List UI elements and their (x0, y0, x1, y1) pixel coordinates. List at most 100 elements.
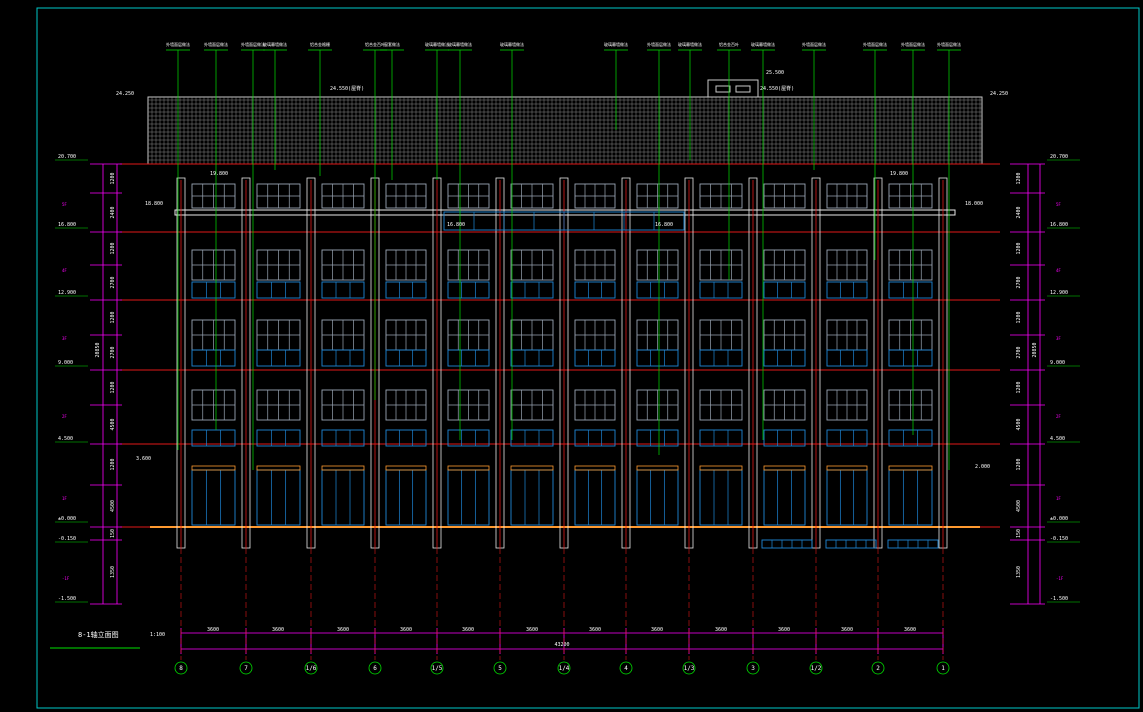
right-elevation: 16.800 (1050, 222, 1068, 228)
axis-label: 1/6 (306, 665, 317, 672)
drawing-scale: 1:100 (150, 632, 165, 638)
right-elevation: -0.150 (1050, 536, 1068, 542)
callout-label: 外墙面层做法 (901, 41, 925, 47)
right-dim-value: 2400 (1016, 206, 1022, 218)
right-dim-total: 20850 (1032, 342, 1038, 357)
bay-dim-value: 3600 (715, 627, 727, 633)
callout-label: 外墙面层做法 (166, 41, 190, 47)
callout-label: 外墙面层做法 (937, 41, 961, 47)
right-elevation: 12.900 (1050, 290, 1068, 296)
right-dim-value: 2700 (1016, 276, 1022, 288)
callout-label: 玻璃幕墙做法 (425, 41, 449, 47)
left-floor-mark: 4F (62, 268, 67, 273)
right-dim-value: 150 (1016, 529, 1022, 538)
right-floor-mark: 4F (1056, 268, 1061, 273)
axis-label: 1/5 (432, 665, 443, 672)
right-floor-mark: 2F (1056, 414, 1061, 419)
bay-dim-value: 3600 (462, 627, 474, 633)
right-floor-mark: 1F (1056, 496, 1061, 501)
side-mark: 19.800 (890, 171, 908, 177)
right-dim-value: 2700 (1016, 346, 1022, 358)
left-elevation: 12.900 (58, 290, 76, 296)
axis-label: 6 (373, 665, 377, 672)
left-floor-mark: 2F (62, 414, 67, 419)
left-dim-value: 4500 (110, 418, 116, 430)
callout-label: 外墙面层做法 (204, 41, 228, 47)
left-dim-value: 1350 (110, 566, 116, 578)
side-mark: 2.000 (975, 464, 990, 470)
bay-dim-value: 3600 (778, 627, 790, 633)
callout-label: 外墙面层做法 (802, 41, 826, 47)
callout-label: 铝合金百叶 (365, 41, 385, 47)
side-mark: 19.800 (210, 171, 228, 177)
left-floor-mark: 1F (62, 496, 67, 501)
left-floor-mark: 5F (62, 202, 67, 207)
right-elevation: 20.700 (1050, 154, 1068, 160)
right-floor-mark: -1F (1056, 576, 1064, 581)
roof-top: 25.500 (766, 70, 784, 76)
left-dim-value: 4500 (110, 500, 116, 512)
axis-label: 7 (244, 665, 248, 672)
right-dim-value: 1350 (1016, 566, 1022, 578)
callout-label: 铝合金格栅 (310, 41, 330, 47)
callout-label: 外墙面层做法 (647, 41, 671, 47)
right-dim-value: 4500 (1016, 500, 1022, 512)
left-elevation: 4.500 (58, 436, 73, 442)
callout-label: 玻璃幕墙做法 (448, 41, 472, 47)
axis-label: 1 (941, 665, 945, 672)
bay-dim-value: 3600 (841, 627, 853, 633)
bay-dim-value: 3600 (337, 627, 349, 633)
right-elevation: 9.000 (1050, 360, 1065, 366)
right-elevation: ±0.000 (1050, 516, 1068, 522)
left-dim-total: 20850 (95, 342, 101, 357)
side-mark: 16.800 (447, 222, 465, 228)
bay-dim-value: 3600 (651, 627, 663, 633)
axis-label: 3 (751, 665, 755, 672)
right-dim-value: 1200 (1016, 458, 1022, 470)
left-dim-value: 150 (110, 529, 116, 538)
left-dim-value: 1200 (110, 311, 116, 323)
bay-dim-value: 3600 (904, 627, 916, 633)
axis-label: 4 (624, 665, 628, 672)
bay-dim-value: 3600 (526, 627, 538, 633)
callout-label: 铝合金百叶 (719, 41, 739, 47)
side-mark: 18.800 (145, 201, 163, 207)
callout-label: 外墙面层做法 (241, 41, 265, 47)
callout-label: 玻璃幕墙做法 (751, 41, 775, 47)
right-elevation: -1.500 (1050, 596, 1068, 602)
roof-ridge-right: 24.550(屋脊) (760, 85, 794, 92)
left-dim-value: 1200 (110, 381, 116, 393)
side-mark: 3.600 (136, 456, 151, 462)
left-dim-value: 2700 (110, 276, 116, 288)
callout-label: 玻璃幕墙做法 (604, 41, 628, 47)
left-elevation: 20.700 (58, 154, 76, 160)
left-elevation: -1.500 (58, 596, 76, 602)
axis-label: 5 (498, 665, 502, 672)
side-mark: 16.800 (655, 222, 673, 228)
right-dim-value: 1200 (1016, 311, 1022, 323)
callout-label: 窗套做法 (384, 41, 400, 47)
left-floor-mark: 3F (62, 336, 67, 341)
right-dim-value: 1200 (1016, 381, 1022, 393)
axis-label: 2 (876, 665, 880, 672)
axis-label: 1/2 (811, 665, 822, 672)
callout-label: 外墙面层做法 (863, 41, 887, 47)
bay-dim-value: 3600 (207, 627, 219, 633)
right-dim-value: 1200 (1016, 172, 1022, 184)
bay-dim-value: 3600 (272, 627, 284, 633)
bay-dim-value: 3600 (589, 627, 601, 633)
left-elevation: -0.150 (58, 536, 76, 542)
roof-eave-right: 24.250 (990, 91, 1008, 97)
drawing-title: 8-1轴立面图 (78, 630, 119, 639)
roof-eave-left: 24.250 (116, 91, 134, 97)
left-dim-value: 1200 (110, 458, 116, 470)
axis-label: 8 (179, 665, 183, 672)
roof-ridge-left: 24.550(屋脊) (330, 85, 364, 92)
left-elevation: 9.000 (58, 360, 73, 366)
callout-label: 玻璃幕墙做法 (678, 41, 702, 47)
right-elevation: 4.500 (1050, 436, 1065, 442)
elevation-drawing: 外墙面层做法 外墙面层做法 外墙面层做法玻璃幕墙做法 铝合金格栅 铝合金百叶 窗套做法 玻璃… (0, 0, 1143, 712)
left-dim-value: 2400 (110, 206, 116, 218)
side-mark: 18.000 (965, 201, 983, 207)
axis-label: 1/3 (684, 665, 695, 672)
